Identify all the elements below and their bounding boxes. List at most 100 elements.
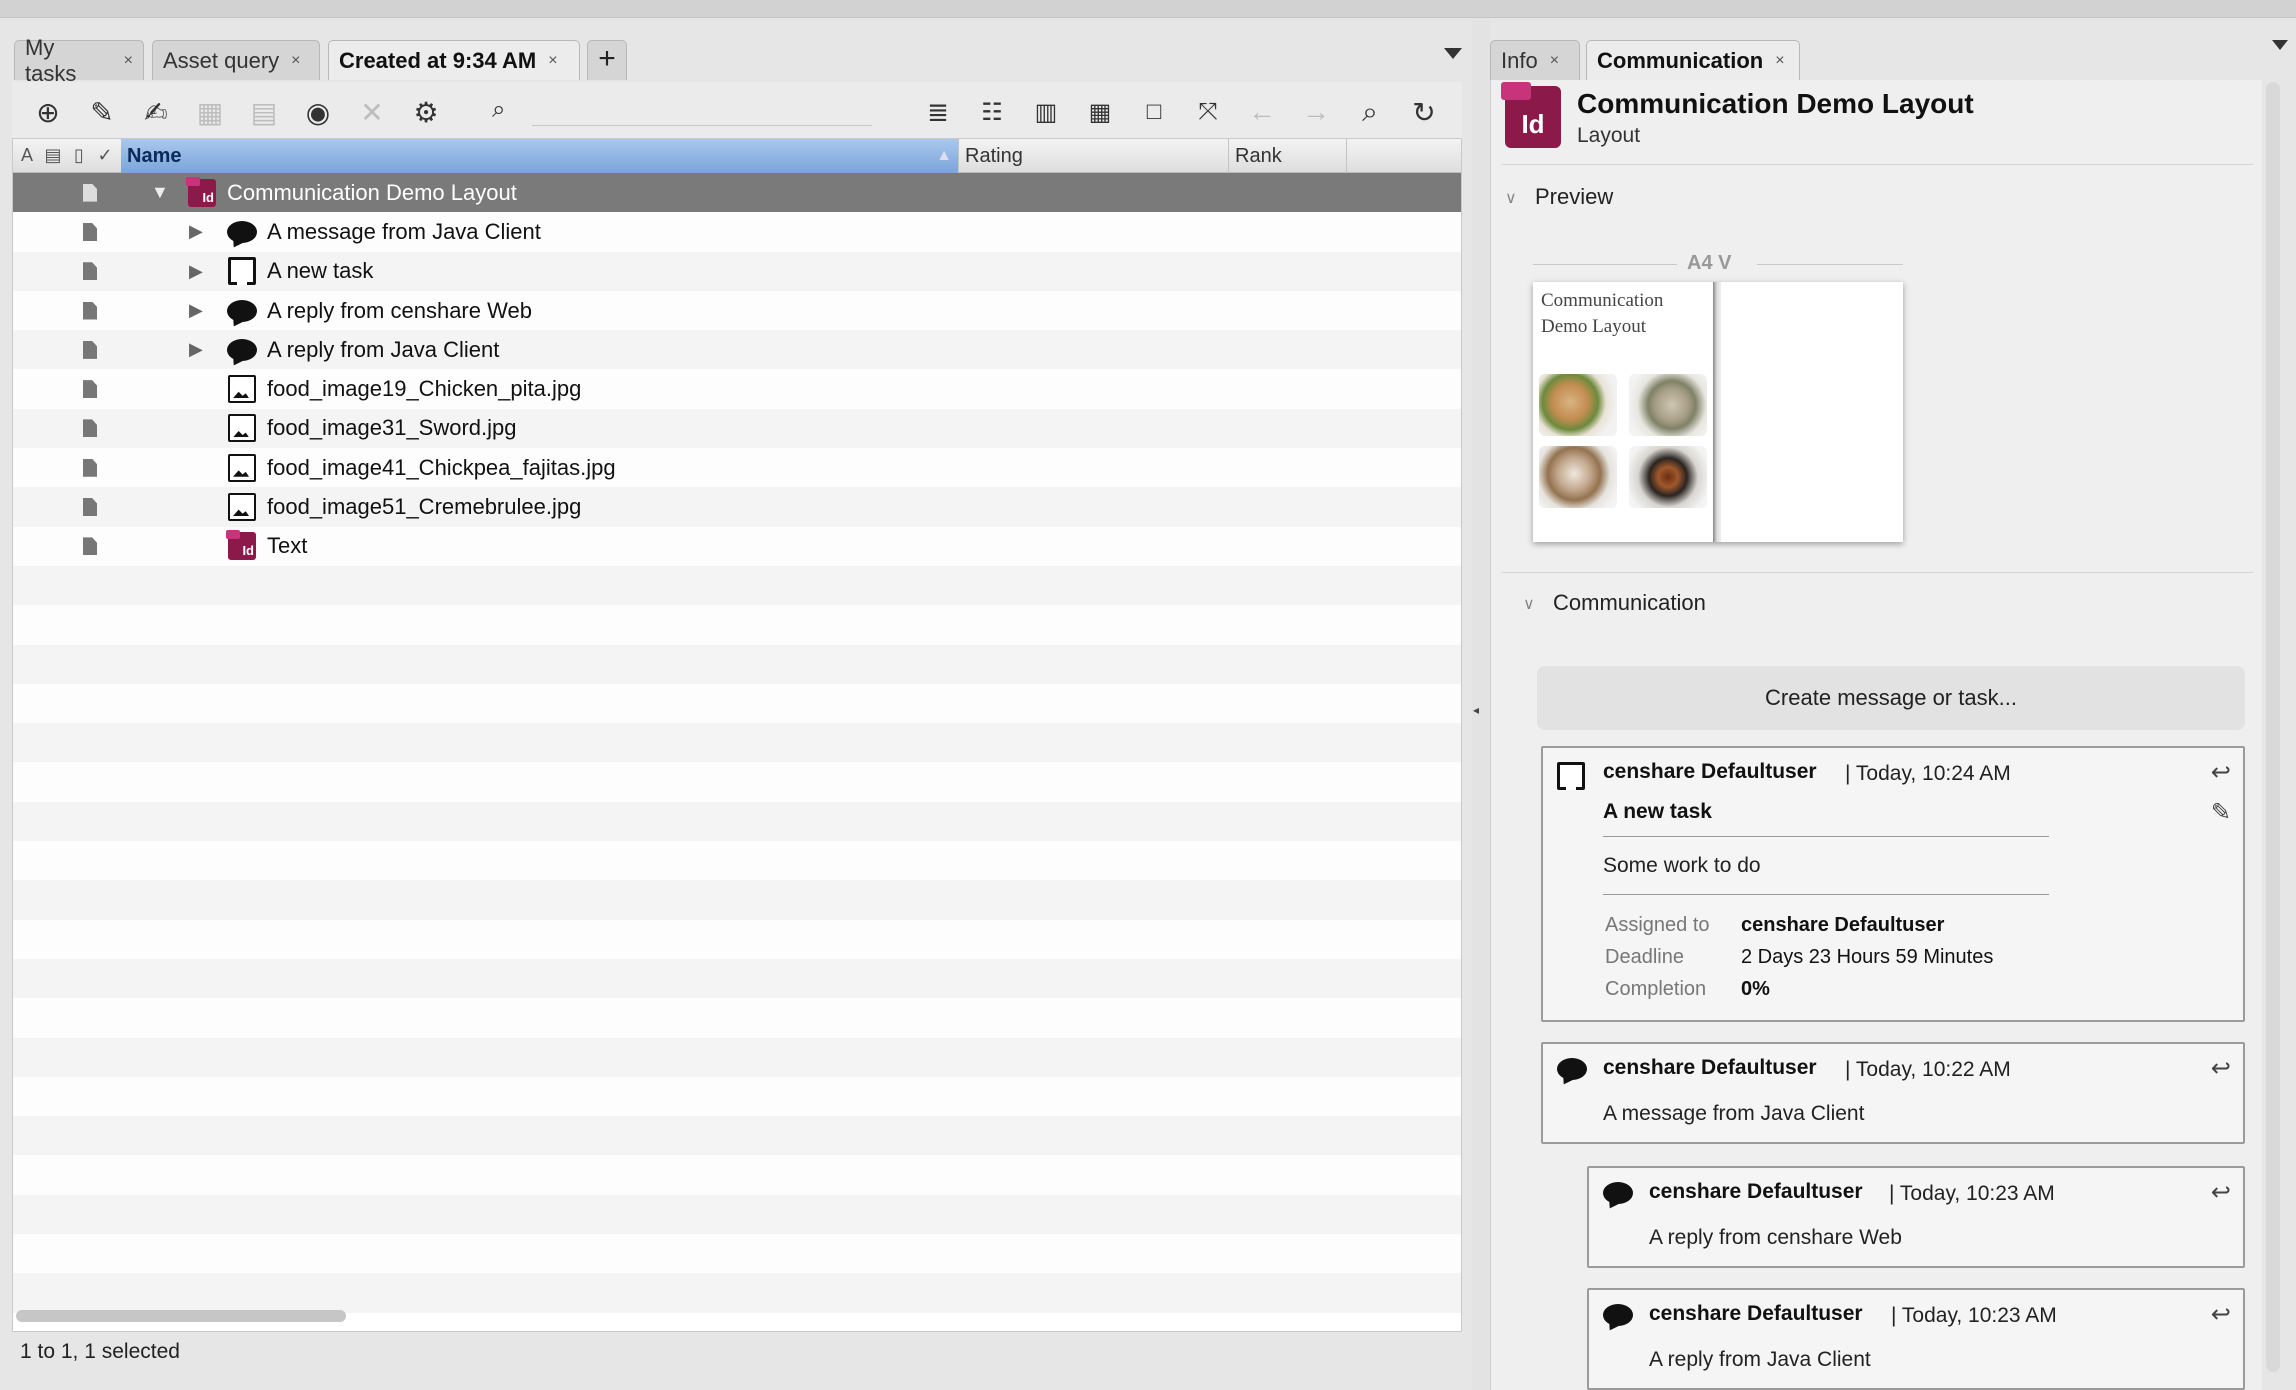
reply-icon[interactable]: ↩: [2211, 1300, 2231, 1329]
tab-list-dropdown-icon[interactable]: [2272, 40, 2288, 50]
column-label: Name: [127, 145, 182, 167]
pane-splitter[interactable]: ◂: [1472, 18, 1490, 1390]
table-row[interactable]: food_image31_Sword.jpg: [13, 408, 1461, 449]
author-name[interactable]: censhare Defaultuser: [1649, 1180, 1863, 1204]
close-icon[interactable]: ×: [1550, 52, 1559, 70]
tab-my-tasks[interactable]: My tasks ×: [14, 35, 144, 86]
search-input[interactable]: [532, 96, 872, 126]
message-text: A reply from censhare Web: [1649, 1226, 1902, 1249]
image-icon: [228, 414, 256, 443]
create-message-button[interactable]: Create message or task...: [1537, 666, 2245, 730]
doc-column-icon[interactable]: ▯: [69, 145, 89, 167]
document-icon: [83, 537, 97, 556]
reply-card[interactable]: censhare Defaultuser | Today, 10:23 AM ↩…: [1587, 1288, 2245, 1390]
message-card[interactable]: censhare Defaultuser | Today, 10:22 AM ↩…: [1541, 1042, 2245, 1144]
tab-list-dropdown-icon[interactable]: [1444, 48, 1462, 59]
tab-created-at[interactable]: Created at 9:34 AM ×: [328, 40, 580, 80]
assigned-value[interactable]: censhare Defaultuser: [1741, 914, 1944, 937]
chevron-down-icon[interactable]: ∨: [1523, 594, 1535, 614]
refresh-icon[interactable]: ↻: [1404, 92, 1444, 132]
reply-card[interactable]: censhare Defaultuser | Today, 10:23 AM ↩…: [1587, 1166, 2245, 1268]
save-icon[interactable]: ▤: [244, 92, 284, 132]
single-view-icon[interactable]: □: [1134, 92, 1174, 132]
author-name[interactable]: censhare Defaultuser: [1603, 1056, 1817, 1080]
table-row[interactable]: ▶ A message from Java Client: [13, 212, 1461, 252]
divider: [1501, 164, 2253, 165]
table-row[interactable]: food_image51_Cremebrulee.jpg: [13, 487, 1461, 527]
document-icon: [83, 419, 97, 438]
image-icon: [228, 453, 256, 482]
detail-list-icon[interactable]: ☷: [972, 92, 1012, 132]
preview-section-header[interactable]: Preview: [1535, 184, 1613, 210]
empty-row: [13, 644, 1461, 684]
task-card[interactable]: censhare Defaultuser | Today, 10:24 AM ↩…: [1541, 746, 2245, 1022]
collapse-triangle-icon[interactable]: ▼: [151, 182, 169, 203]
expand-icon[interactable]: ⤧: [1188, 92, 1228, 132]
type-column-icon[interactable]: A: [17, 145, 37, 167]
reply-icon[interactable]: ↩: [2211, 758, 2231, 787]
column-header-rating[interactable]: Rating: [959, 139, 1229, 173]
reply-icon[interactable]: ↩: [2211, 1054, 2231, 1083]
table-row[interactable]: ▶ A reply from Java Client: [13, 330, 1461, 370]
eye-icon[interactable]: ◉: [298, 92, 338, 132]
close-icon[interactable]: ×: [1775, 52, 1784, 70]
list-view-icon[interactable]: ≣: [918, 92, 958, 132]
gear-icon[interactable]: ⚙: [406, 92, 446, 132]
author-name[interactable]: censhare Defaultuser: [1649, 1302, 1863, 1326]
message-bubble-icon: [1557, 1058, 1587, 1080]
checkout-icon[interactable]: ▦: [190, 92, 230, 132]
edit-icon[interactable]: ✎: [2211, 798, 2231, 827]
edit-icon[interactable]: ✍: [136, 92, 176, 132]
empty-row: [13, 762, 1461, 802]
empty-row: [13, 958, 1461, 999]
message-bubble-icon: [227, 338, 257, 361]
back-arrow-icon[interactable]: ←: [1242, 92, 1282, 132]
horizontal-scrollbar[interactable]: [16, 1310, 346, 1322]
close-icon[interactable]: ×: [124, 52, 133, 70]
tab-info[interactable]: Info ×: [1490, 40, 1580, 80]
table-row[interactable]: Id Text: [13, 526, 1461, 566]
check-column-icon[interactable]: ✓: [95, 145, 115, 167]
empty-row: [13, 1076, 1461, 1117]
message-text: A message from Java Client: [1603, 1102, 1865, 1125]
expand-triangle-icon[interactable]: ▶: [189, 221, 203, 242]
grid-view-icon[interactable]: ▦: [1080, 92, 1120, 132]
reply-icon[interactable]: ↩: [2211, 1178, 2231, 1207]
forward-arrow-icon[interactable]: →: [1296, 92, 1336, 132]
table-row[interactable]: food_image19_Chicken_pita.jpg: [13, 369, 1461, 409]
expand-triangle-icon[interactable]: ▶: [189, 261, 203, 282]
pencil-icon[interactable]: ✎: [82, 92, 122, 132]
chevron-down-icon[interactable]: ∨: [1505, 188, 1517, 208]
communication-section-header[interactable]: Communication: [1553, 590, 1706, 616]
preview-page-title: Communication Demo Layout: [1541, 288, 1711, 340]
close-icon[interactable]: ×: [291, 52, 300, 70]
table-row[interactable]: ▶ A reply from censhare Web: [13, 290, 1461, 331]
tab-asset-query[interactable]: Asset query ×: [152, 40, 320, 80]
document-icon: [83, 380, 97, 399]
author-name[interactable]: censhare Defaultuser: [1603, 760, 1817, 784]
expand-triangle-icon[interactable]: ▶: [189, 339, 203, 360]
add-circle-icon[interactable]: ⊕: [28, 92, 68, 132]
vertical-scrollbar[interactable]: [2266, 82, 2280, 1372]
table-row[interactable]: ▶ A new task: [13, 251, 1461, 291]
list-column-icon[interactable]: ▤: [43, 145, 63, 167]
expand-triangle-icon[interactable]: ▶: [189, 300, 203, 321]
columns-view-icon[interactable]: ▥: [1026, 92, 1066, 132]
delete-icon[interactable]: ✕: [352, 92, 392, 132]
empty-row: [13, 998, 1461, 1038]
splitter-arrow-icon[interactable]: ◂: [1473, 703, 1479, 717]
table-row[interactable]: ▼ Id Communication Demo Layout: [13, 173, 1461, 213]
tab-communication[interactable]: Communication ×: [1586, 40, 1800, 80]
column-header-name[interactable]: Name ▲: [121, 139, 959, 173]
status-text: 1 to 1, 1 selected: [20, 1340, 180, 1363]
table-row[interactable]: food_image41_Chickpea_fajitas.jpg: [13, 448, 1461, 488]
close-icon[interactable]: ×: [548, 52, 557, 70]
column-header-rank[interactable]: Rank: [1229, 139, 1347, 173]
layout-preview-thumbnail[interactable]: Communication Demo Layout: [1533, 282, 1903, 542]
toolbar: ⊕ ✎ ✍ ▦ ▤ ◉ ✕ ⚙ ⌕ ≣ ☷ ▥ ▦ □ ⤧ ← → ⌕ ↻: [12, 82, 1462, 144]
completion-label: Completion: [1605, 978, 1707, 1000]
magnifier-icon[interactable]: ⌕: [1350, 92, 1390, 132]
empty-row: [13, 683, 1461, 724]
indesign-layout-icon: Id: [1501, 82, 1561, 148]
add-tab-button[interactable]: +: [587, 40, 627, 80]
